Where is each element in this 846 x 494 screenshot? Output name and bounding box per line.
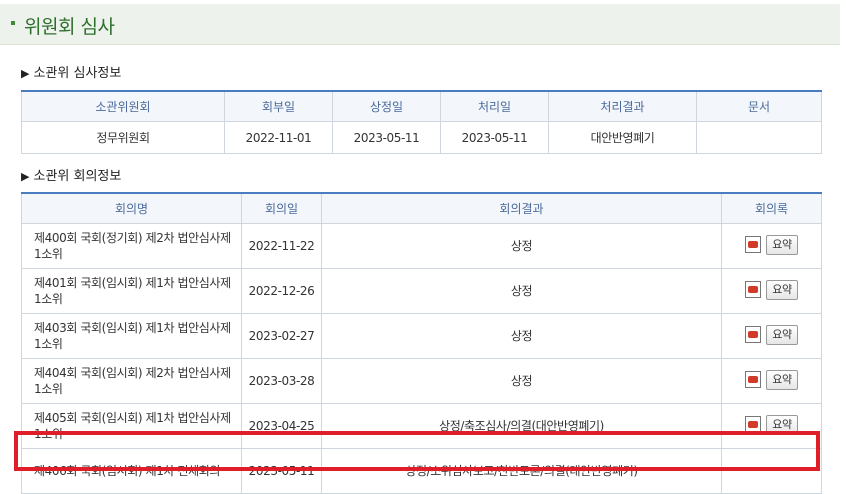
- column-header: 회의결과: [321, 192, 722, 224]
- minutes-cell: 요약: [721, 268, 822, 314]
- section-review-info: ▶ 소관위 심사정보: [21, 62, 121, 81]
- pdf-icon[interactable]: [745, 371, 762, 389]
- section-meeting-info: ▶ 소관위 회의정보: [21, 165, 121, 184]
- page-header: 위원회 심사: [0, 4, 840, 45]
- meeting-name-cell: 제400회 국회(정기회) 제2차 법안심사제1소위: [21, 223, 242, 269]
- meeting-result-cell: 상정: [321, 223, 722, 269]
- pdf-icon[interactable]: [745, 281, 762, 299]
- meeting-name-cell: 제401회 국회(임시회) 제1차 법안심사제1소위: [21, 268, 242, 314]
- meeting-date-cell: 2022-12-26: [241, 268, 322, 314]
- meeting-name-cell: 제405회 국회(임시회) 제1차 법안심사제1소위: [21, 403, 242, 449]
- table-row: 제405회 국회(임시회) 제1차 법안심사제1소위 2023-04-25 상정…: [21, 403, 822, 449]
- table-row: 정무위원회 2022-11-01 2023-05-11 2023-05-11 대…: [21, 121, 822, 154]
- minutes-cell: 요약: [721, 403, 822, 449]
- meeting-info-table: 회의명 회의일 회의결과 회의록 제400회 국회(정기회) 제2차 법안심사제…: [21, 192, 822, 494]
- committee-cell: 정무위원회: [21, 121, 225, 154]
- pdf-icon[interactable]: [745, 236, 762, 254]
- minutes-cell: 요약: [721, 358, 822, 404]
- processing-date-cell: 2023-05-11: [440, 121, 549, 154]
- summary-button[interactable]: 요약: [766, 414, 798, 435]
- triangle-right-icon: ▶: [21, 170, 30, 183]
- triangle-right-icon: ▶: [21, 67, 30, 80]
- review-info-table: 소관위원회 회부일 상정일 처리일 처리결과 문서 정무위원회 2022-11-…: [21, 90, 822, 154]
- page-title: 위원회 심사: [24, 16, 115, 38]
- minutes-cell: 요약: [721, 223, 822, 269]
- column-header: 소관위원회: [21, 90, 225, 122]
- meeting-result-cell: 상정: [321, 268, 722, 314]
- meeting-result-cell: 상정: [321, 358, 722, 404]
- table-row: 제404회 국회(임시회) 제2차 법안심사제1소위 2023-03-28 상정…: [21, 358, 822, 404]
- minutes-cell: [721, 448, 822, 494]
- presentation-date-cell: 2023-05-11: [332, 121, 441, 154]
- column-header: 회의록: [721, 192, 822, 224]
- meeting-name-cell: 제403회 국회(임시회) 제1차 법안심사제1소위: [21, 313, 242, 359]
- document-cell: [696, 121, 822, 154]
- meeting-result-cell: 상정: [321, 313, 722, 359]
- column-header: 회의일: [241, 192, 322, 224]
- section-meeting-info-label: 소관위 회의정보: [33, 169, 122, 184]
- summary-button[interactable]: 요약: [766, 324, 798, 345]
- pdf-icon[interactable]: [745, 416, 762, 434]
- meeting-name-cell: 제404회 국회(임시회) 제2차 법안심사제1소위: [21, 358, 242, 404]
- meeting-date-cell: 2022-11-22: [241, 223, 322, 269]
- table-row: 제401회 국회(임시회) 제1차 법안심사제1소위 2022-12-26 상정…: [21, 268, 822, 314]
- table-row: 제403회 국회(임시회) 제1차 법안심사제1소위 2023-02-27 상정…: [21, 313, 822, 359]
- summary-button[interactable]: 요약: [766, 369, 798, 390]
- section-review-info-label: 소관위 심사정보: [33, 66, 122, 81]
- table-row: 제400회 국회(정기회) 제2차 법안심사제1소위 2022-11-22 상정…: [21, 223, 822, 269]
- column-header: 상정일: [332, 90, 441, 122]
- column-header: 문서: [696, 90, 822, 122]
- meeting-result-cell: 상정/축조심사/의결(대안반영폐기): [321, 403, 722, 449]
- minutes-cell: 요약: [721, 313, 822, 359]
- summary-button[interactable]: 요약: [766, 279, 798, 300]
- table-row: 제406회 국회(임시회) 제1차 전체회의 2023-05-11 상정/소위심…: [21, 448, 822, 494]
- meeting-date-cell: 2023-04-25: [241, 403, 322, 449]
- meeting-result-cell: 상정/소위심사보고/찬반토론/의결(대안반영폐기): [321, 448, 722, 494]
- meeting-date-cell: 2023-02-27: [241, 313, 322, 359]
- column-header: 회의명: [21, 192, 242, 224]
- bullet-icon: [11, 21, 15, 25]
- column-header: 처리일: [440, 90, 549, 122]
- summary-button[interactable]: 요약: [766, 234, 798, 255]
- column-header: 회부일: [224, 90, 333, 122]
- column-header: 처리결과: [548, 90, 697, 122]
- meeting-date-cell: 2023-05-11: [241, 448, 322, 494]
- result-cell: 대안반영폐기: [548, 121, 697, 154]
- meeting-name-cell: 제406회 국회(임시회) 제1차 전체회의: [21, 448, 242, 494]
- meeting-date-cell: 2023-03-28: [241, 358, 322, 404]
- referral-date-cell: 2022-11-01: [224, 121, 333, 154]
- pdf-icon[interactable]: [745, 326, 762, 344]
